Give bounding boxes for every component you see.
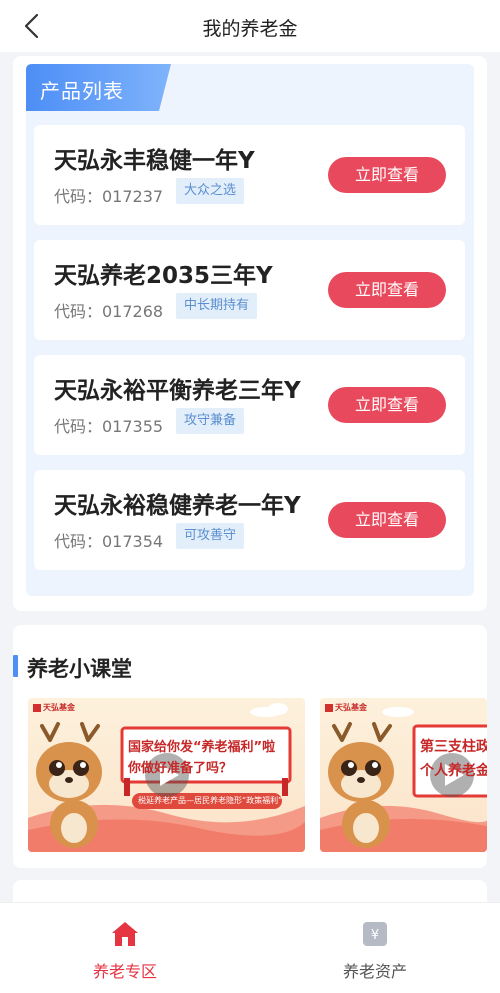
product-card[interactable]: 天弘永丰稳健一年Y 代码：017237 大众之选 立即查看 [34,125,465,225]
product-code: 代码：017354 [54,532,164,551]
product-code: 代码：017355 [54,417,164,436]
product-name: 天弘永裕平衡养老三年Y [54,378,301,404]
product-list-title: 产品列表 [40,79,124,103]
product-code: 代码：017237 [54,187,164,206]
bottom-tab-bar: 养老专区 ¥ 养老资产 [0,902,500,993]
tab-pension-assets[interactable]: ¥ 养老资产 [250,903,500,993]
classroom-title: 养老小课堂 [27,657,132,681]
yen-icon: ¥ [363,922,387,946]
view-now-button[interactable]: 立即查看 [328,157,446,193]
classroom-panel: 养老小课堂 天弘基金 国家给你发“养老福利”啦 你做好准备了吗？ 税延养老产品—… [13,625,487,868]
view-now-button[interactable]: 立即查看 [328,502,446,538]
video-brand: 天弘基金 [335,703,367,712]
view-now-button[interactable]: 立即查看 [328,387,446,423]
product-card[interactable]: 天弘永裕稳健养老一年Y 代码：017354 可攻善守 立即查看 [34,470,465,570]
heading-accent-bar [13,655,18,677]
video-thumbnail[interactable]: 天弘基金 国家给你发“养老福利”啦 你做好准备了吗？ 税延养老产品—居民养老隐形… [28,698,305,852]
video-headline: 国家给你发“养老福利”啦 [128,740,276,755]
product-tag: 大众之选 [176,178,245,204]
video-thumbnail[interactable]: 天弘基金 第三支柱政 个人养老金 [320,698,487,852]
tab-label: 养老资产 [342,962,407,981]
product-tag: 中长期持有 [176,293,258,319]
product-list-heading: 产品列表 [26,64,171,111]
svg-text:¥: ¥ [371,928,379,943]
tab-label: 养老专区 [92,962,157,981]
video-subtitle: 税延养老产品—居民养老隐形“政策福利” [138,796,283,805]
product-code: 代码：017268 [54,302,164,321]
product-name: 天弘永裕稳健养老一年Y [54,493,301,519]
product-name: 天弘永丰稳健一年Y [54,148,255,174]
product-card[interactable]: 天弘永裕平衡养老三年Y 代码：017355 攻守兼备 立即查看 [34,355,465,455]
tab-pension-zone[interactable]: 养老专区 [0,903,250,993]
video-headline: 第三支柱政 [420,739,487,755]
product-name: 天弘养老2035三年Y [54,263,273,289]
view-now-button[interactable]: 立即查看 [328,272,446,308]
home-icon [112,922,138,946]
product-tag: 攻守兼备 [176,408,245,434]
video-headline: 你做好准备了吗？ [128,761,233,776]
nav-bar: 我的养老金 [0,0,500,52]
product-tag: 可攻善守 [176,523,245,549]
page-title: 我的养老金 [202,18,298,40]
video-brand: 天弘基金 [43,703,75,712]
video-headline: 个人养老金 [420,763,487,779]
product-card[interactable]: 天弘养老2035三年Y 代码：017268 中长期持有 立即查看 [34,240,465,340]
